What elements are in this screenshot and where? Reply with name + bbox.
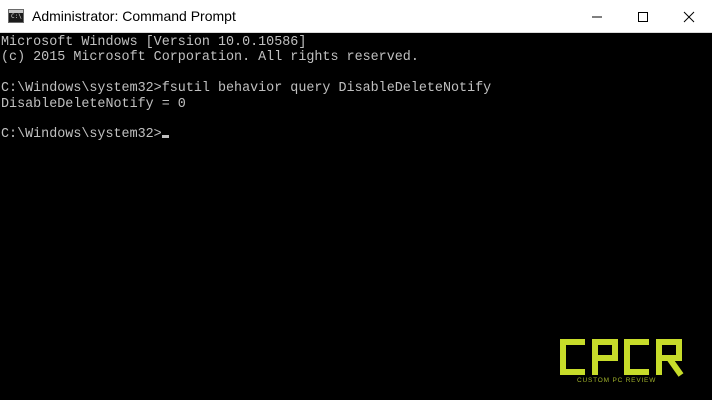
console-prompt: C:\Windows\system32>: [1, 127, 162, 143]
console-line: (c) 2015 Microsoft Corporation. All righ…: [1, 50, 419, 66]
command-prompt-window: C:\ Administrator: Command Prompt Micros…: [0, 0, 712, 400]
title-bar[interactable]: C:\ Administrator: Command Prompt: [0, 0, 712, 33]
minimize-icon: [592, 16, 602, 18]
close-button[interactable]: [666, 0, 712, 32]
close-icon: [683, 11, 695, 23]
maximize-button[interactable]: [620, 0, 666, 32]
console-line: C:\Windows\system32>fsutil behavior quer…: [1, 81, 492, 97]
watermark-logo: CUSTOM PC REVIEW: [557, 336, 697, 386]
text-cursor: [161, 135, 169, 139]
window-title: Administrator: Command Prompt: [32, 8, 236, 24]
console-prompt-line[interactable]: C:\Windows\system32>: [1, 127, 712, 142]
maximize-icon: [638, 12, 648, 22]
cpcr-logo-icon: [560, 339, 684, 377]
watermark-tagline: CUSTOM PC REVIEW: [577, 377, 657, 384]
console-line: Microsoft Windows [Version 10.0.10586]: [1, 35, 307, 50]
minimize-button[interactable]: [574, 0, 620, 32]
console-line: DisableDeleteNotify = 0: [1, 96, 186, 112]
console-icon[interactable]: C:\: [8, 9, 24, 23]
